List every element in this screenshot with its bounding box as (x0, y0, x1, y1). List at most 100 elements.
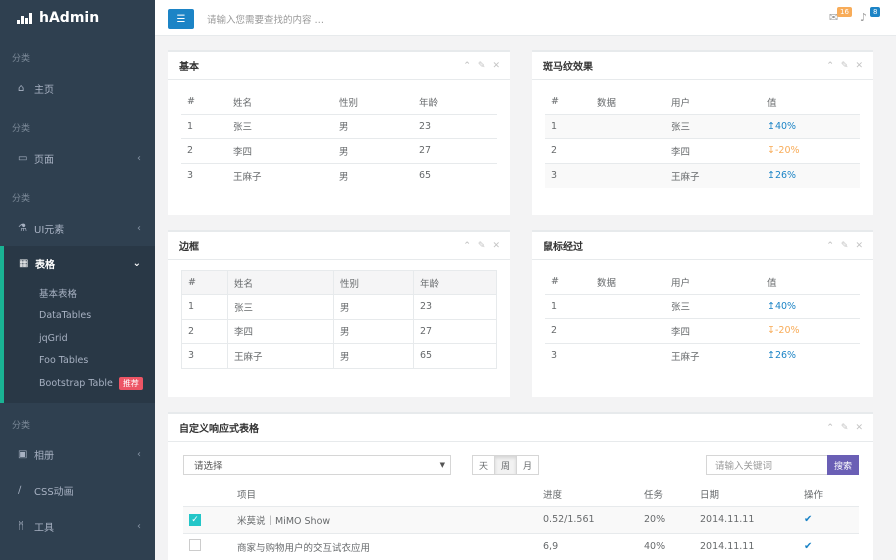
range-month-button[interactable]: 月 (516, 455, 539, 475)
table-cell: 商家与购物用户的交互试衣应用 (231, 532, 537, 560)
wrench-icon[interactable]: ✎ (841, 423, 849, 433)
submenu-item-footables[interactable]: Foo Tables (4, 350, 155, 373)
sidebar-item-pages[interactable]: ▭ 页面 ‹ (0, 140, 155, 176)
value-text: 26% (774, 350, 797, 361)
arrow-down-icon: ↧ (767, 325, 775, 337)
arrow-up-icon: ↥ (767, 170, 775, 181)
submenu-item-datatables[interactable]: DataTables (4, 305, 155, 328)
table-cell (591, 293, 665, 319)
table-cell: 李四 (665, 138, 761, 163)
bell-icon[interactable]: ♪ (860, 11, 867, 24)
value-text: -20% (774, 145, 800, 157)
table-cell: ↥26% (761, 342, 860, 368)
collapse-icon[interactable]: ⌃ (826, 61, 834, 71)
row-checkbox[interactable] (189, 539, 201, 552)
collapse-icon[interactable]: ⌃ (463, 61, 471, 71)
basic-table: # 姓名 性别 年龄 1 张三男 23 2 李四男 27 3 王麻子男 65 (181, 90, 497, 188)
wrench-icon[interactable]: ✎ (841, 241, 849, 251)
close-icon[interactable]: ✕ (855, 423, 863, 433)
filter-select[interactable]: 请选择 ▼ (183, 455, 451, 475)
search-button[interactable]: 搜索 (827, 455, 859, 475)
table-cell: 2 (545, 318, 591, 343)
wrench-icon[interactable]: ✎ (841, 61, 849, 71)
menu-toggle-button[interactable]: ☰ (168, 9, 194, 29)
column-header: 姓名 (233, 97, 253, 109)
arrow-up-icon: ↥ (767, 300, 775, 312)
value-text: 40% (774, 120, 797, 132)
table-cell: 李四 (227, 138, 333, 163)
panel-tools: ⌃ ✎ ✕ (826, 241, 863, 251)
magic-icon: ∕ (18, 485, 22, 496)
row-checkbox[interactable]: ✓ (189, 513, 201, 526)
table-cell: 男 (333, 318, 414, 344)
collapse-icon[interactable]: ⌃ (463, 241, 471, 251)
table-cell: 23 (413, 113, 497, 139)
basic-table-panel: 基本 ⌃ ✎ ✕ # 姓名 性别 年龄 1 张三男 23 2 李四男 27 3 王麻子男 65 (168, 50, 510, 215)
close-icon[interactable]: ✕ (855, 241, 863, 251)
bordered-table-panel: 边框 ⌃ ✎ ✕ # 姓名 性别 年龄 1 张三男 23 2 李四男 27 3 王麻子男 65 (168, 230, 510, 397)
sidebar-item-css-animation[interactable]: ∕ CSS动画 (0, 473, 155, 509)
submenu-item-bootstrap-table[interactable]: Bootstrap Table 推荐 (4, 372, 155, 395)
desktop-icon: ▭ (18, 152, 28, 164)
column-header: 项目 (237, 489, 257, 501)
keyword-input[interactable]: 请输入关键词 (706, 455, 828, 475)
select-value: 请选择 (194, 461, 223, 472)
sidebar-item-tools[interactable]: ᛗ 工具 ‹ (0, 509, 155, 545)
column-header: 年龄 (419, 97, 439, 109)
table-cell: 王麻子 (665, 162, 761, 188)
table-cell: 1 (181, 294, 228, 320)
table-cell: 男 (333, 162, 413, 188)
check-icon[interactable]: ✔ (804, 514, 812, 525)
table-cell: 2 (181, 318, 228, 344)
table-row[interactable]: 1 张三 ↥40% (545, 293, 860, 319)
sidebar-item-label: UI元素 (34, 224, 65, 236)
table-row[interactable]: 2 李四 ↧-20% (545, 318, 860, 343)
sidebar: hAdmin 分类 ⌂ 主页 分类 ▭ 页面 ‹ 分类 ⚗ UI元素 ‹ ▦ 表… (0, 0, 155, 560)
app-logo[interactable]: hAdmin (0, 0, 155, 36)
hamburger-icon: ☰ (176, 13, 186, 25)
submenu-item-jqgrid[interactable]: jqGrid (4, 327, 155, 350)
table-cell (591, 138, 665, 163)
close-icon[interactable]: ✕ (492, 61, 500, 71)
panel-title: 边框 (179, 242, 199, 253)
collapse-icon[interactable]: ⌃ (826, 423, 834, 433)
column-header: 值 (767, 277, 777, 289)
table-row[interactable]: 3 王麻子 ↥26% (545, 342, 860, 368)
sidebar-item-label: 主页 (34, 84, 54, 96)
submenu-item-basic[interactable]: 基本表格 (4, 282, 155, 305)
column-header: # (181, 270, 228, 295)
chart-logo-icon (17, 13, 32, 24)
sidebar-item-ui[interactable]: ⚗ UI元素 ‹ (0, 210, 155, 246)
collapse-icon[interactable]: ⌃ (826, 241, 834, 251)
chevron-left-icon: ‹ (137, 222, 141, 234)
close-icon[interactable]: ✕ (855, 61, 863, 71)
range-week-button[interactable]: 周 (494, 455, 517, 475)
topbar: ☰ 请输入您需要查找的内容 … ✉ 16 ♪ 8 (155, 0, 896, 36)
search-input[interactable]: 请输入您需要查找的内容 … (207, 12, 324, 26)
table-cell: 男 (333, 294, 414, 320)
nav-section-label: 分类 (12, 124, 31, 134)
table-cell: 2014.11.11 (694, 505, 798, 533)
close-icon[interactable]: ✕ (492, 241, 500, 251)
table-cell (183, 532, 231, 560)
range-day-button[interactable]: 天 (472, 455, 495, 475)
table-row: ✓ 米莫说｜MiMO Show 0.52/1.561 20% 2014.11.1… (183, 505, 859, 533)
table-cell: 23 (413, 294, 497, 320)
wrench-icon[interactable]: ✎ (478, 61, 486, 71)
sidebar-item-gallery[interactable]: ▣ 相册 ‹ (0, 437, 155, 473)
check-icon[interactable]: ✔ (804, 541, 812, 552)
table-cell: 男 (333, 138, 413, 163)
table-cell: 米莫说｜MiMO Show (231, 505, 537, 533)
column-header: 年龄 (413, 270, 497, 295)
panel-header: 鼠标经过 ⌃ ✎ ✕ (532, 232, 873, 260)
sidebar-item-home[interactable]: ⌂ 主页 (0, 70, 155, 106)
table-cell: 1 (545, 293, 591, 319)
custom-table: 项目 进度 任务 日期 操作 ✓ 米莫说｜MiMO Show 0.52/1.56… (183, 482, 859, 560)
panel-title: 自定义响应式表格 (179, 424, 259, 435)
wrench-icon[interactable]: ✎ (478, 241, 486, 251)
table-cell: 李四 (665, 318, 761, 343)
column-header (183, 482, 231, 506)
table-cell: 3 (545, 342, 591, 368)
sidebar-item-tables[interactable]: ▦ 表格 ⌄ (0, 246, 155, 280)
value-text: 40% (774, 300, 797, 312)
